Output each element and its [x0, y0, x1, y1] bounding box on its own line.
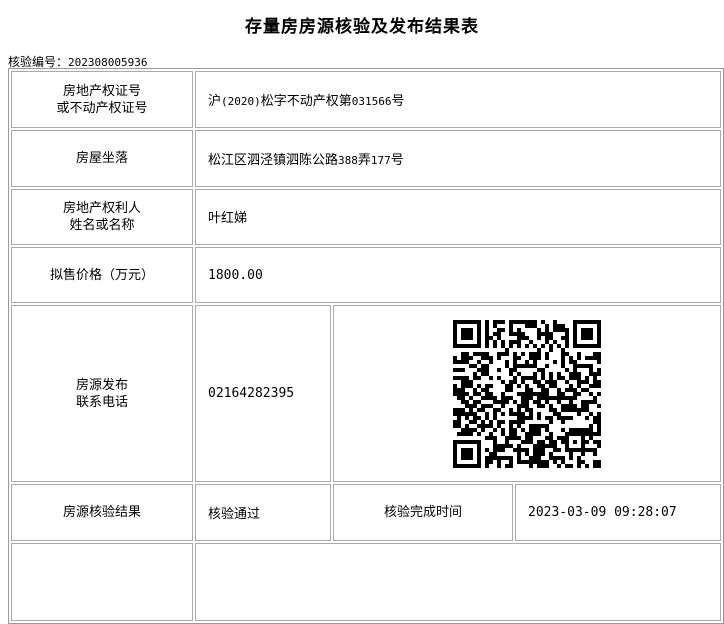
completion-time-label: 核验完成时间 — [333, 483, 513, 542]
owner-value: 叶红娣 — [195, 188, 722, 246]
certificate-value: 沪(2020)松字不动产权第031566号 — [195, 71, 722, 129]
result-value: 核验通过 — [195, 483, 331, 542]
completion-time-value: 2023-03-09 09:28:07 — [515, 483, 722, 542]
price-label: 拟售价格（万元） — [11, 247, 193, 304]
contact-phone: 02164282395 — [195, 305, 331, 482]
result-table: 房地产权证号 或不动产权证号 沪(2020)松字不动产权第031566号 房屋坐… — [8, 68, 724, 624]
table-row-result: 房源核验结果 核验通过 核验完成时间 2023-03-09 09:28:07 — [11, 483, 722, 542]
address-label: 房屋坐落 — [11, 130, 193, 187]
qr-code-icon — [453, 319, 601, 468]
table-row-owner: 房地产权利人 姓名或名称 叶红娣 — [11, 188, 722, 246]
owner-label: 房地产权利人 姓名或名称 — [11, 188, 193, 246]
qr-code-cell — [333, 305, 722, 482]
verification-label: 核验编号： — [8, 55, 69, 69]
price-value: 1800.00 — [195, 247, 722, 304]
table-row-certificate: 房地产权证号 或不动产权证号 沪(2020)松字不动产权第031566号 — [11, 71, 722, 129]
table-row-address: 房屋坐落 松江区泗泾镇泗陈公路388弄177号 — [11, 130, 722, 187]
certificate-label: 房地产权证号 或不动产权证号 — [11, 71, 193, 129]
table-row-price: 拟售价格（万元） 1800.00 — [11, 247, 722, 304]
empty-cell — [195, 543, 722, 621]
table-row-contact: 房源发布 联系电话 02164282395 — [11, 305, 722, 482]
empty-cell — [11, 543, 193, 621]
result-label: 房源核验结果 — [11, 483, 193, 542]
address-value: 松江区泗泾镇泗陈公路388弄177号 — [195, 130, 722, 187]
table-row-empty — [11, 543, 722, 621]
page-title: 存量房房源核验及发布结果表 — [245, 17, 479, 37]
contact-label: 房源发布 联系电话 — [11, 305, 193, 482]
